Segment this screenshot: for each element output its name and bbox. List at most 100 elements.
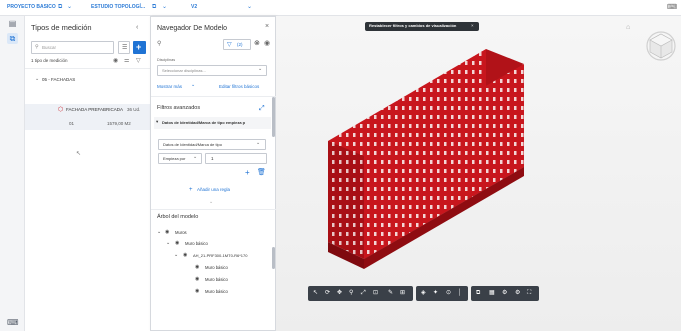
tree-row[interactable]: ◉ Muro básico [151, 287, 273, 297]
list-item-selected[interactable]: ⬡ FACHADA PREFABRICADA 36 Ud. 01 1579,00… [25, 104, 150, 130]
rule-operator-select[interactable]: Empieza por ⌄ [158, 153, 202, 164]
expand-icon[interactable]: ⤢ [259, 105, 265, 112]
chevron-down-icon: ⌄ [258, 66, 263, 72]
chevron-down-icon: ⌄ [256, 140, 261, 146]
chevron-down-icon[interactable]: ⌄ [67, 3, 72, 10]
explode-icon[interactable]: ✦ [433, 290, 438, 296]
measurement-types-panel: Tipos de medición ‹ ⚲ Buscar ☰ + 1 tipo … [25, 16, 150, 331]
rule-field-value: Datos de Identidad/Marca de tipo [163, 142, 222, 147]
model-browser-icon[interactable]: ⧉ [476, 290, 480, 296]
scrollbar-thumb[interactable] [272, 97, 275, 137]
add-rule-link[interactable]: Añadir una regla [197, 187, 230, 193]
camera-icon[interactable]: ◈ [421, 290, 426, 296]
close-icon[interactable]: × [471, 23, 474, 29]
clear-filters-icon[interactable]: ⊗ [254, 40, 260, 47]
chevron-down-icon[interactable]: ⌄ [166, 241, 170, 246]
fullscreen-icon[interactable]: ⛶ [527, 290, 531, 296]
measurements-icon[interactable]: ⧉ [7, 33, 18, 44]
divider [25, 68, 150, 69]
3d-viewport[interactable]: Restablecer filtros y cambios de visuali… [276, 16, 681, 331]
rule-value-input[interactable]: 1 [205, 153, 267, 164]
separator-icon: │ [458, 290, 462, 296]
rule-value: 1 [211, 156, 214, 161]
zoom-icon[interactable]: ⚲ [349, 290, 353, 296]
eye-icon[interactable]: ◉ [113, 58, 118, 64]
eye-icon[interactable]: ◉ [195, 265, 199, 270]
orbit-icon[interactable]: ⟳ [325, 290, 330, 296]
group-label[interactable]: 05 - FACHADAS [42, 77, 75, 83]
layers-icon[interactable]: ⧉ [58, 4, 62, 10]
select-icon[interactable]: ↖ [313, 290, 318, 296]
item-count: 36 Ud. [127, 107, 141, 112]
eye-icon[interactable]: ◉ [165, 230, 169, 235]
list-icon: ☰ [122, 45, 128, 51]
chevron-down-icon: ▾ [156, 119, 159, 124]
section-icon[interactable]: ⊡ [373, 290, 378, 296]
properties-icon[interactable]: ▦ [489, 290, 495, 296]
keyboard-icon[interactable]: ⌨ [667, 4, 677, 11]
eye-icon[interactable]: ◉ [195, 277, 199, 282]
chevron-down-icon[interactable]: ⌄ [191, 83, 195, 88]
disciplines-select[interactable]: Seleccionar disciplinas... ⌄ [157, 65, 267, 76]
eye-icon[interactable]: ◉ [175, 241, 179, 246]
tree-label: AH_21-PRF300-1MT0-R6*170 [193, 253, 248, 258]
project-breadcrumb[interactable]: PROYECTO BASICO [7, 4, 56, 10]
close-icon[interactable]: × [265, 23, 269, 30]
tree-row[interactable]: ⌄ ◉ AH_21-PRF300-1MT0-R6*170 [151, 251, 273, 261]
fit-icon[interactable]: ⤢ [361, 290, 366, 296]
plus-icon[interactable]: + [189, 187, 193, 193]
chevron-down-icon[interactable]: ⌄ [247, 3, 252, 10]
trash-icon[interactable]: 🗑 [257, 169, 266, 176]
edit-basic-filters-link[interactable]: Editar filtros básicos [219, 84, 259, 90]
settings-icon[interactable]: ⚙ [502, 290, 507, 296]
eye-icon[interactable]: ◉ [264, 40, 270, 47]
list-view-button[interactable]: ☰ [118, 41, 130, 54]
settings-toolbar: ⧉ ▦ ⚙ ⚙ ⛶ [471, 286, 539, 301]
pan-icon[interactable]: ✥ [337, 290, 342, 296]
chevron-down-icon[interactable]: ⌄ [174, 253, 178, 258]
navigation-toolbar: ↖ ⟳ ✥ ⚲ ⤢ ⊡ ✎ ⊞ [308, 286, 413, 301]
building-model[interactable] [316, 41, 576, 296]
sliders-icon[interactable]: ⚌ [124, 58, 129, 64]
divider [151, 209, 277, 210]
search-icon[interactable]: ⚲ [157, 41, 161, 47]
chevron-down-icon[interactable]: ⌄ [209, 200, 213, 205]
reset-filters-toast[interactable]: Restablecer filtros y cambios de visuali… [365, 22, 479, 31]
target-icon[interactable]: ⊙ [446, 290, 451, 296]
study-breadcrumb[interactable]: ESTUDIO TOPOLOGÍ... [91, 4, 145, 10]
add-measurement-button[interactable]: + [133, 41, 146, 54]
chevron-down-icon[interactable]: ⌄ [162, 3, 167, 10]
keyboard-icon[interactable]: ⌨ [7, 317, 19, 328]
eye-icon[interactable]: ◉ [195, 289, 199, 294]
tree-row[interactable]: ⌄ ◉ Muro básico [151, 239, 273, 249]
top-bar: PROYECTO BASICO ⧉ ⌄ ESTUDIO TOPOLOGÍ... … [0, 0, 681, 16]
rule-header[interactable]: ▾ Datos de Identidad/Marca de tipo empie… [154, 117, 271, 129]
tree-label: Muro básico [205, 265, 228, 270]
view-cube[interactable] [644, 28, 678, 62]
tree-row[interactable]: ◉ Muro básico [151, 263, 273, 273]
filter-icon[interactable]: ▽ [136, 58, 141, 64]
markup-icon[interactable]: ⊞ [400, 290, 405, 296]
scrollbar-thumb[interactable] [272, 247, 275, 269]
collapse-icon[interactable]: ‹ [136, 24, 138, 31]
model-navigator-panel: Navegador De Modelo × ⚲ ▽ (2) ⊗ ◉ Discip… [150, 16, 277, 331]
gear-icon[interactable]: ⚙ [515, 290, 520, 296]
layers-icon[interactable]: ⧉ [152, 4, 156, 10]
measure-icon[interactable]: ✎ [388, 290, 393, 296]
panel-title: Tipos de medición [31, 23, 92, 32]
disciplines-placeholder: Seleccionar disciplinas... [162, 68, 206, 73]
filter-button[interactable]: ▽ (2) [223, 39, 251, 50]
show-more-link[interactable]: Mostrar más [157, 84, 182, 90]
documents-icon[interactable]: ▤ [7, 18, 18, 29]
eye-icon[interactable]: ◉ [183, 253, 187, 258]
search-input[interactable]: ⚲ Buscar [31, 41, 114, 54]
chevron-down-icon: ⌄ [193, 154, 198, 160]
version-breadcrumb[interactable]: V2 [191, 4, 197, 10]
chevron-down-icon[interactable]: ⌄ [157, 230, 161, 235]
tree-row[interactable]: ⌄ ◉ Muros [151, 228, 273, 238]
tree-row[interactable]: ◉ Muro básico [151, 275, 273, 285]
chevron-down-icon[interactable]: ⌄ [35, 77, 39, 82]
add-condition-icon[interactable]: + [245, 169, 250, 177]
rule-field-select[interactable]: Datos de Identidad/Marca de tipo ⌄ [158, 139, 266, 150]
home-icon[interactable]: ⌂ [626, 24, 630, 31]
